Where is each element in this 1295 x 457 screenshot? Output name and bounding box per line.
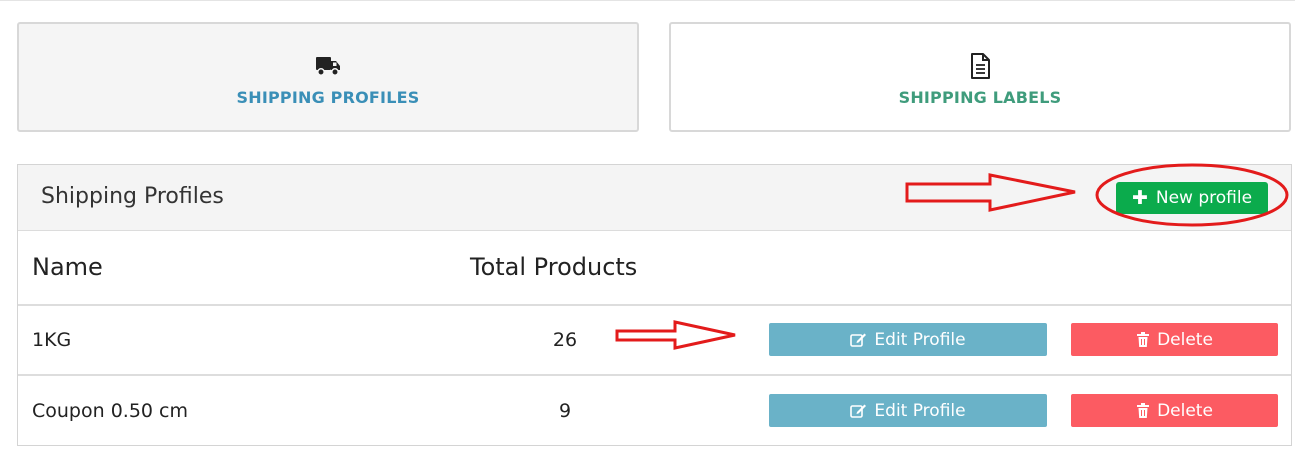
edit-icon <box>850 332 867 347</box>
edit-profile-button[interactable]: Edit Profile <box>769 323 1047 356</box>
edit-icon <box>850 403 867 418</box>
plus-icon: ✚ <box>1131 187 1148 209</box>
tab-shipping-profiles-label: SHIPPING PROFILES <box>236 88 420 107</box>
tab-shipping-profiles[interactable]: SHIPPING PROFILES <box>17 22 639 132</box>
edit-profile-label: Edit Profile <box>874 329 966 350</box>
edit-profile-button[interactable]: Edit Profile <box>769 394 1047 427</box>
panel-header: Shipping Profiles ✚ New profile <box>18 165 1291 231</box>
trash-icon <box>1136 402 1150 419</box>
panel-title: Shipping Profiles <box>41 184 224 209</box>
delete-button[interactable]: Delete <box>1071 394 1278 427</box>
truck-icon <box>313 52 343 80</box>
header-divider <box>18 304 1291 306</box>
new-profile-label: New profile <box>1155 188 1253 208</box>
trash-icon <box>1136 331 1150 348</box>
top-divider <box>0 0 1295 1</box>
document-icon <box>965 52 995 80</box>
profile-name: 1KG <box>32 329 72 351</box>
delete-label: Delete <box>1157 329 1213 350</box>
tab-shipping-labels-label: SHIPPING LABELS <box>898 88 1062 107</box>
profile-total-products: 9 <box>558 400 572 422</box>
column-header-total-products: Total Products <box>470 253 638 281</box>
delete-button[interactable]: Delete <box>1071 323 1278 356</box>
delete-label: Delete <box>1157 400 1213 421</box>
profile-name: Coupon 0.50 cm <box>32 400 188 422</box>
shipping-profiles-panel: Shipping Profiles ✚ New profile Name Tot… <box>17 164 1292 446</box>
tab-shipping-labels[interactable]: SHIPPING LABELS <box>669 22 1291 132</box>
row-divider <box>18 374 1291 376</box>
profile-total-products: 26 <box>552 329 578 351</box>
new-profile-button[interactable]: ✚ New profile <box>1116 182 1268 214</box>
column-header-name: Name <box>32 253 103 281</box>
edit-profile-label: Edit Profile <box>874 400 966 421</box>
